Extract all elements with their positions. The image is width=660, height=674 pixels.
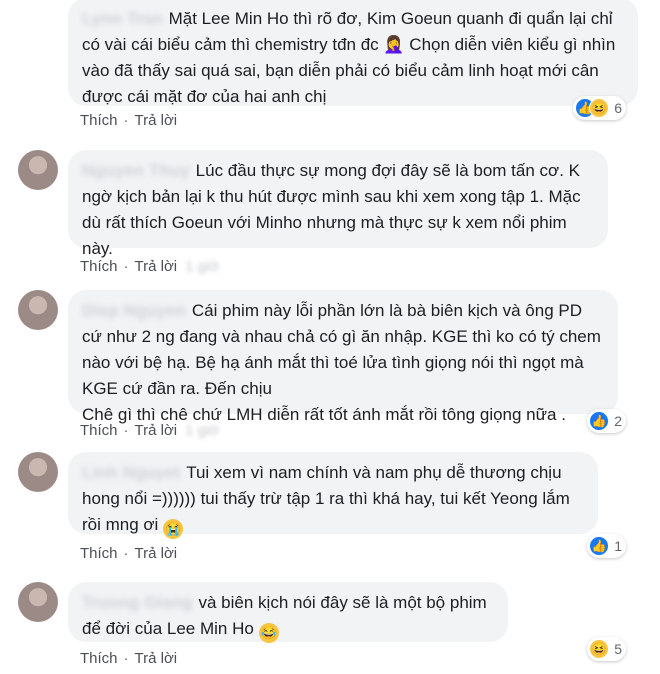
reply-link[interactable]: Trả lời xyxy=(135,545,178,562)
reaction-count: 5 xyxy=(614,641,622,657)
comment-actions: Thích · Trả lời xyxy=(80,650,177,667)
like-link[interactable]: Thích xyxy=(80,422,118,439)
separator: · xyxy=(123,258,129,275)
like-link[interactable]: Thích xyxy=(80,650,118,667)
reply-link[interactable]: Trả lời xyxy=(135,650,178,667)
comment-author[interactable]: Diep Nguyen xyxy=(82,298,186,324)
avatar[interactable] xyxy=(18,290,58,330)
comment-timestamp[interactable]: 1 giờ xyxy=(185,422,219,439)
like-link[interactable]: Thích xyxy=(80,258,118,275)
loudly-crying-emoji-icon: 😭 xyxy=(163,519,184,539)
like-link[interactable]: Thích xyxy=(80,112,118,129)
reaction-count: 6 xyxy=(614,100,622,116)
comment-timestamp[interactable]: 1 giờ xyxy=(185,258,219,275)
haha-reaction-icon: 😆 xyxy=(589,98,610,118)
avatar[interactable] xyxy=(18,452,58,492)
haha-reaction-icon: 😆 xyxy=(589,639,610,659)
comment-author[interactable]: Nguyen Thuy xyxy=(82,158,190,184)
comment-actions: Thích · Trả lời 1 giờ xyxy=(80,258,219,275)
comment-author[interactable]: Truong Giang xyxy=(82,590,193,616)
like-reaction-icon: 👍 xyxy=(589,411,610,431)
comment-author[interactable]: Linh Nguyet xyxy=(82,460,180,486)
comment-bubble: Diep Nguyen Cái phim này lỗi phần lớn là … xyxy=(68,290,618,424)
comment-actions: Thích · Trả lời 1 giờ xyxy=(80,422,219,439)
comment-bubble: Truong Giang và biên kịch nói đây sẽ là m… xyxy=(68,582,508,643)
separator: · xyxy=(123,545,129,562)
comment-bubble: Linh Nguyet Tui xem vì nam chính và nam p… xyxy=(68,452,598,539)
like-reaction-icon: 👍 xyxy=(589,536,610,556)
reaction-summary[interactable]: 👍 2 xyxy=(587,409,626,433)
reaction-summary[interactable]: 👍 1 xyxy=(587,534,626,558)
comment-bubble: Lynn Tran Mặt Lee Min Ho thì rõ đơ, Kim G… xyxy=(68,0,638,106)
comment-author[interactable]: Lynn Tran xyxy=(82,6,163,32)
comment-actions: Thích · Trả lời xyxy=(80,545,177,562)
separator: · xyxy=(123,112,129,129)
avatar[interactable] xyxy=(18,582,58,622)
separator: · xyxy=(123,650,129,667)
tears-of-joy-emoji-icon: 😂 xyxy=(258,623,279,643)
reply-link[interactable]: Trả lời xyxy=(135,422,178,439)
separator: · xyxy=(123,422,129,439)
reply-link[interactable]: Trả lời xyxy=(135,112,178,129)
reply-link[interactable]: Trả lời xyxy=(135,258,178,275)
reaction-summary[interactable]: 😆 5 xyxy=(587,637,626,661)
reaction-summary[interactable]: 👍 😆 6 xyxy=(573,96,626,120)
reaction-count: 2 xyxy=(614,413,622,429)
comment-bubble: Nguyen Thuy Lúc đầu thực sự mong đợi đây … xyxy=(68,150,608,258)
reaction-count: 1 xyxy=(614,538,622,554)
like-link[interactable]: Thích xyxy=(80,545,118,562)
avatar[interactable] xyxy=(18,150,58,190)
comment-actions: Thích · Trả lời xyxy=(80,112,177,129)
